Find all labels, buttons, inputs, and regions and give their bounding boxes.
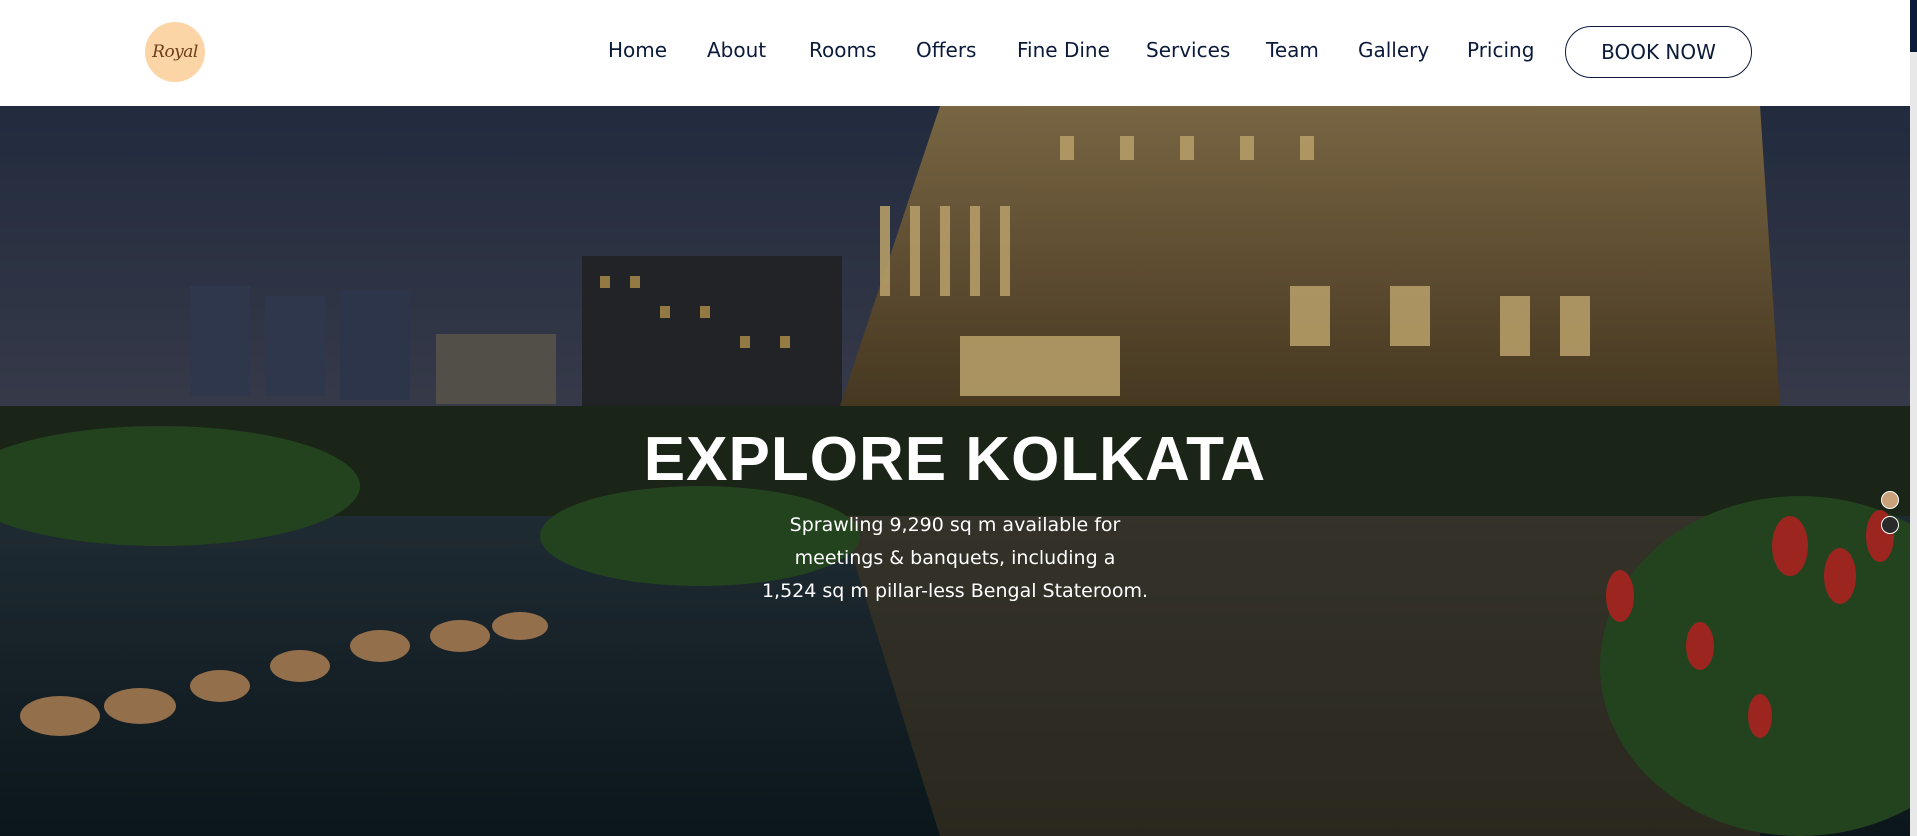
book-now-button[interactable]: BOOK NOW [1565,26,1752,78]
hero-description: Sprawling 9,290 sq m available for meeti… [0,509,1910,608]
nav-fine-dine[interactable]: Fine Dine [1017,38,1110,62]
nav-team[interactable]: Team [1266,38,1319,62]
hero-line: Sprawling 9,290 sq m available for [789,514,1121,536]
slide-dot-1[interactable] [1881,491,1899,509]
nav-offers[interactable]: Offers [916,38,976,62]
slide-dot-2[interactable] [1881,516,1899,534]
hero-title: EXPLORE KOLKATA [643,425,1267,494]
nav-pricing[interactable]: Pricing [1467,38,1534,62]
scrollbar-track[interactable] [1910,52,1917,836]
royal-logo[interactable]: Royal [145,22,205,82]
nav-services[interactable]: Services [1146,38,1230,62]
nav-home[interactable]: Home [608,38,667,62]
nav-gallery[interactable]: Gallery [1358,38,1429,62]
hero-line: meetings & banquets, including a [794,547,1116,569]
hero-line: 1,524 sq m pillar-less Bengal Stateroom. [761,580,1149,602]
hero-banner: EXPLORE KOLKATA Sprawling 9,290 sq m ava… [0,106,1910,836]
scrollbar-thumb[interactable] [1910,0,1917,52]
site-header: Royal Home About Rooms Offers Fine Dine … [0,0,1910,106]
nav-rooms[interactable]: Rooms [809,38,876,62]
nav-about[interactable]: About [707,38,766,62]
